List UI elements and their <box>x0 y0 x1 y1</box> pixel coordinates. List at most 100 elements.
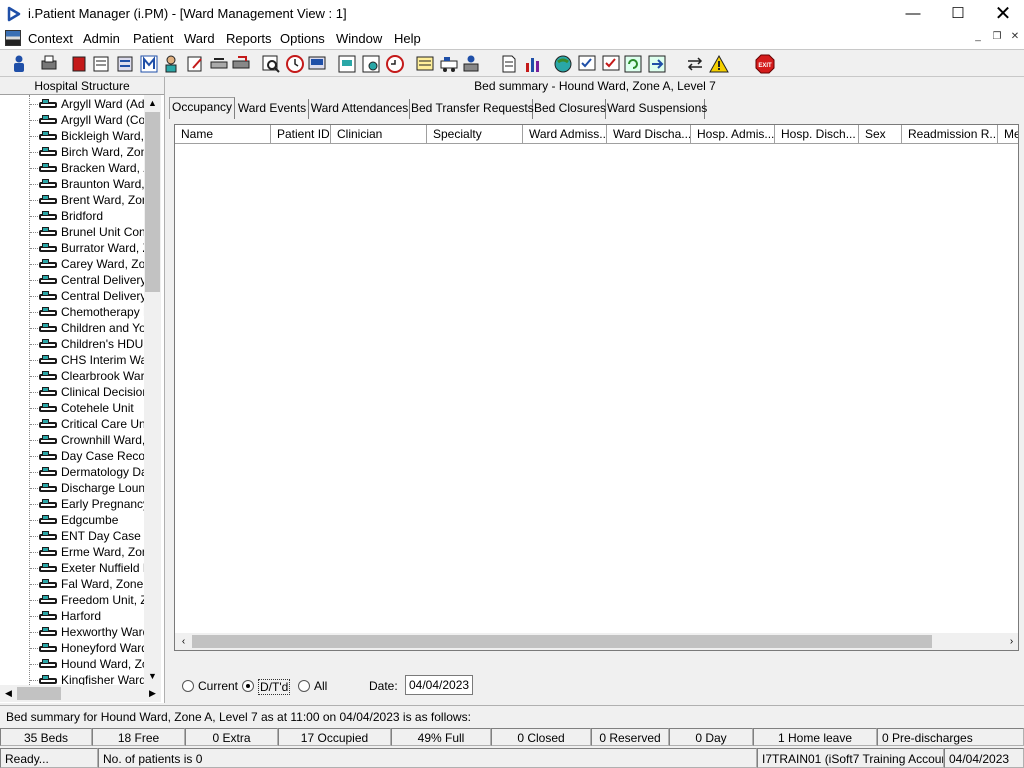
tab-occupancy[interactable]: Occupancy <box>169 97 235 119</box>
column-header-specialty[interactable]: Specialty <box>427 125 523 144</box>
tab-bed-transfer-requests[interactable]: Bed Transfer Requests <box>411 99 534 119</box>
toolbar-verify-button[interactable] <box>600 53 622 75</box>
tree-item-ward[interactable]: Chemotherapy Da <box>30 304 144 320</box>
toolbar-chart-button[interactable] <box>336 53 358 75</box>
tree-item-ward[interactable]: Harford <box>30 608 144 624</box>
tree-vertical-scrollbar[interactable]: ▲ ▼ <box>144 95 161 685</box>
tree-item-ward[interactable]: Brent Ward, Zone <box>30 192 144 208</box>
menu-reports[interactable]: Reports <box>226 31 272 46</box>
tree-item-ward[interactable]: Carey Ward, Zone <box>30 256 144 272</box>
tree-item-ward[interactable]: Dermatology Day <box>30 464 144 480</box>
scroll-down-arrow-icon[interactable]: ▼ <box>144 668 161 685</box>
menu-admin[interactable]: Admin <box>83 31 120 46</box>
column-header-ward-admission[interactable]: Ward Admiss... <box>523 125 607 144</box>
tree-item-ward[interactable]: Children and You <box>30 320 144 336</box>
tree-item-ward[interactable]: Critical Care Unit <box>30 416 144 432</box>
radio-dtd[interactable] <box>242 680 254 692</box>
tree-item-ward[interactable]: Burrator Ward, Zo <box>30 240 144 256</box>
filter-all-option[interactable]: All <box>298 679 338 695</box>
tree-item-ward[interactable]: Clinical Decision U <box>30 384 144 400</box>
tree-item-ward[interactable]: Kingfisher Ward <box>30 672 144 685</box>
column-header-readmission[interactable]: Readmission R... <box>902 125 998 144</box>
document-icon[interactable] <box>5 30 21 46</box>
filter-dtd-option[interactable]: D/T'd <box>242 679 292 695</box>
minimize-button[interactable]: — <box>890 0 936 28</box>
toolbar-screen-button[interactable] <box>306 53 328 75</box>
tree-item-ward[interactable]: Bridford <box>30 208 144 224</box>
tree-item-ward[interactable]: Edgcumbe <box>30 512 144 528</box>
toolbar-print-button[interactable] <box>38 53 60 75</box>
grid-horizontal-scrollbar[interactable]: ‹ › <box>175 633 1018 650</box>
scroll-left-arrow-icon[interactable]: ◀ <box>0 685 17 702</box>
toolbar-search-button[interactable] <box>260 53 282 75</box>
toolbar-doctor-button[interactable] <box>160 53 182 75</box>
tab-ward-suspensions[interactable]: Ward Suspensions <box>607 99 707 119</box>
scroll-left-arrow-icon[interactable]: ‹ <box>175 633 192 650</box>
scroll-up-arrow-icon[interactable]: ▲ <box>144 95 161 112</box>
scroll-right-arrow-icon[interactable]: ▶ <box>144 685 161 702</box>
occupancy-grid[interactable]: Name Patient ID Clinician Specialty Ward… <box>174 124 1019 651</box>
column-header-me[interactable]: Me <box>998 125 1018 144</box>
menu-patient[interactable]: Patient <box>133 31 173 46</box>
tree-item-ward[interactable]: Honeyford Ward, <box>30 640 144 656</box>
tree-item-ward[interactable]: Brunel Unit Contin <box>30 224 144 240</box>
tab-bed-closures[interactable]: Bed Closures <box>534 99 606 119</box>
tree-item-ward[interactable]: Hound Ward, Zon <box>30 656 144 672</box>
tree-item-ward[interactable]: Birch Ward, Zone <box>30 144 144 160</box>
column-header-name[interactable]: Name <box>175 125 271 144</box>
toolbar-swap-button[interactable] <box>684 53 706 75</box>
toolbar-user-button[interactable] <box>8 53 30 75</box>
toolbar-check-button[interactable] <box>576 53 598 75</box>
toolbar-document-button[interactable] <box>498 53 520 75</box>
toolbar-edit-button[interactable] <box>184 53 206 75</box>
tree-item-ward[interactable]: Fal Ward, Zone B <box>30 576 144 592</box>
toolbar-warning-button[interactable] <box>708 53 730 75</box>
tree-item-ward[interactable]: Argyll Ward (Adult <box>30 96 144 112</box>
toolbar-history-button[interactable] <box>384 53 406 75</box>
tree-item-ward[interactable]: Cotehele Unit <box>30 400 144 416</box>
radio-current[interactable] <box>182 680 194 692</box>
toolbar-admit-button[interactable] <box>460 53 482 75</box>
tree-horizontal-scrollbar[interactable]: ◀ ▶ <box>0 685 161 702</box>
toolbar-m-button[interactable] <box>138 53 160 75</box>
tree-item-ward[interactable]: Exeter Nuffield H <box>30 560 144 576</box>
toolbar-ambulance-button[interactable] <box>438 53 460 75</box>
mdi-minimize-button[interactable]: _ <box>970 31 986 45</box>
tree-item-ward[interactable]: Bracken Ward, Zo <box>30 160 144 176</box>
toolbar-globe-button[interactable] <box>552 53 574 75</box>
tree-item-ward[interactable]: Crownhill Ward, Z <box>30 432 144 448</box>
tree-item-ward[interactable]: Early Pregnancy U <box>30 496 144 512</box>
scroll-thumb[interactable] <box>17 687 61 700</box>
tree-item-ward[interactable]: Central Delivery S <box>30 288 144 304</box>
menu-context[interactable]: Context <box>28 31 73 46</box>
toolbar-notes-button[interactable] <box>90 53 112 75</box>
column-header-clinician[interactable]: Clinician <box>331 125 427 144</box>
tree-item-ward[interactable]: Erme Ward, Zone <box>30 544 144 560</box>
tree-item-ward[interactable]: Hexworthy Ward, <box>30 624 144 640</box>
tree-item-ward[interactable]: CHS Interim Ward <box>30 352 144 368</box>
toolbar-clock-button[interactable] <box>284 53 306 75</box>
radio-all[interactable] <box>298 680 310 692</box>
toolbar-report-button[interactable] <box>360 53 382 75</box>
toolbar-flag-button[interactable] <box>230 53 252 75</box>
tree-item-ward[interactable]: Day Case Recov <box>30 448 144 464</box>
tree-item-ward[interactable]: Discharge Loung <box>30 480 144 496</box>
tab-ward-attendances[interactable]: Ward Attendances <box>310 99 410 119</box>
date-input[interactable] <box>405 675 473 695</box>
tree-item-ward[interactable]: Braunton Ward, Z <box>30 176 144 192</box>
column-header-ward-discharge[interactable]: Ward Discha... <box>607 125 691 144</box>
tree-item-ward[interactable]: Bickleigh Ward, Z <box>30 128 144 144</box>
maximize-button[interactable]: ☐ <box>935 0 981 28</box>
tree-item-ward[interactable]: ENT Day Case U <box>30 528 144 544</box>
scroll-thumb[interactable] <box>192 635 932 648</box>
toolbar-list-button[interactable] <box>114 53 136 75</box>
mdi-restore-button[interactable]: ❐ <box>989 31 1005 45</box>
toolbar-book-button[interactable] <box>68 53 90 75</box>
menu-window[interactable]: Window <box>336 31 382 46</box>
tree-item-ward[interactable]: Freedom Unit, Zo <box>30 592 144 608</box>
tree-item-ward[interactable]: Clearbrook Ward, <box>30 368 144 384</box>
mdi-close-button[interactable]: ✕ <box>1007 31 1023 45</box>
menu-ward[interactable]: Ward <box>184 31 215 46</box>
toolbar-exit-button[interactable]: EXIT <box>754 53 776 75</box>
close-button[interactable]: ✕ <box>980 0 1024 28</box>
